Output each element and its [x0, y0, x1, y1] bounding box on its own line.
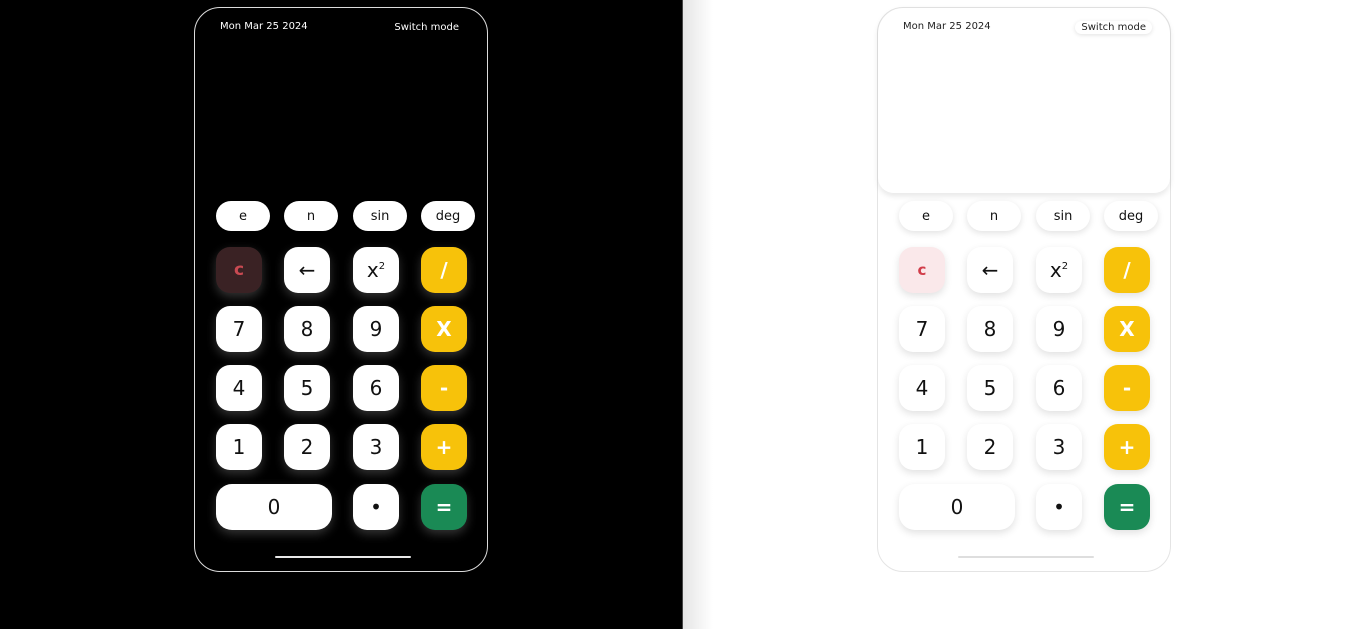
sci-key-e[interactable]: e [899, 201, 953, 231]
digit-6-button[interactable]: 6 [1036, 365, 1082, 411]
digit-9-button[interactable]: 9 [1036, 306, 1082, 352]
digit-2-button[interactable]: 2 [967, 424, 1013, 470]
digit-1-button[interactable]: 1 [216, 424, 262, 470]
divide-button[interactable]: / [421, 247, 467, 293]
date-label: Mon Mar 25 2024 [220, 21, 308, 32]
calculator-light: Mon Mar 25 2024 Switch mode e n sin deg … [877, 7, 1171, 572]
sci-key-deg[interactable]: deg [421, 201, 475, 231]
decimal-point-button[interactable]: • [1036, 484, 1082, 530]
digit-9-button[interactable]: 9 [353, 306, 399, 352]
sci-key-n[interactable]: n [967, 201, 1021, 231]
square-base: x [366, 258, 379, 282]
digit-5-button[interactable]: 5 [284, 365, 330, 411]
divide-button[interactable]: / [1104, 247, 1150, 293]
sci-key-sin[interactable]: sin [1036, 201, 1090, 231]
digit-1-button[interactable]: 1 [899, 424, 945, 470]
decimal-point-button[interactable]: • [353, 484, 399, 530]
digit-3-button[interactable]: 3 [353, 424, 399, 470]
plus-button[interactable]: + [421, 424, 467, 470]
date-label: Mon Mar 25 2024 [903, 21, 991, 32]
square-button[interactable]: x2 [353, 247, 399, 293]
equals-button[interactable]: = [421, 484, 467, 530]
multiply-button[interactable]: X [1104, 306, 1150, 352]
digit-3-button[interactable]: 3 [1036, 424, 1082, 470]
multiply-button[interactable]: X [421, 306, 467, 352]
home-indicator [958, 556, 1094, 558]
sci-key-e[interactable]: e [216, 201, 270, 231]
switch-mode-button[interactable]: Switch mode [1075, 21, 1152, 34]
display-screen: Mon Mar 25 2024 Switch mode [195, 8, 487, 194]
digit-4-button[interactable]: 4 [216, 365, 262, 411]
square-exponent: 2 [378, 260, 386, 272]
digit-7-button[interactable]: 7 [216, 306, 262, 352]
clear-button[interactable]: c [899, 247, 945, 293]
digit-2-button[interactable]: 2 [284, 424, 330, 470]
digit-7-button[interactable]: 7 [899, 306, 945, 352]
digit-8-button[interactable]: 8 [967, 306, 1013, 352]
sci-key-deg[interactable]: deg [1104, 201, 1158, 231]
minus-button[interactable]: - [1104, 365, 1150, 411]
digit-0-button[interactable]: 0 [216, 484, 332, 530]
sci-key-n[interactable]: n [284, 201, 338, 231]
digit-8-button[interactable]: 8 [284, 306, 330, 352]
home-indicator [275, 556, 411, 558]
plus-button[interactable]: + [1104, 424, 1150, 470]
digit-6-button[interactable]: 6 [353, 365, 399, 411]
digit-0-button[interactable]: 0 [899, 484, 1015, 530]
digit-4-button[interactable]: 4 [899, 365, 945, 411]
square-exponent: 2 [1061, 260, 1069, 272]
backspace-button[interactable]: ← [284, 247, 330, 293]
square-base: x [1049, 258, 1062, 282]
equals-button[interactable]: = [1104, 484, 1150, 530]
square-button[interactable]: x2 [1036, 247, 1082, 293]
dark-mode-preview: Mon Mar 25 2024 Switch mode e n sin deg … [0, 0, 683, 629]
backspace-button[interactable]: ← [967, 247, 1013, 293]
digit-5-button[interactable]: 5 [967, 365, 1013, 411]
minus-button[interactable]: - [421, 365, 467, 411]
switch-mode-button[interactable]: Switch mode [392, 21, 461, 34]
clear-button[interactable]: c [216, 247, 262, 293]
calculator-dark: Mon Mar 25 2024 Switch mode e n sin deg … [194, 7, 488, 572]
display-screen: Mon Mar 25 2024 Switch mode [878, 8, 1170, 194]
sci-key-sin[interactable]: sin [353, 201, 407, 231]
light-mode-preview: Mon Mar 25 2024 Switch mode e n sin deg … [683, 0, 1366, 629]
